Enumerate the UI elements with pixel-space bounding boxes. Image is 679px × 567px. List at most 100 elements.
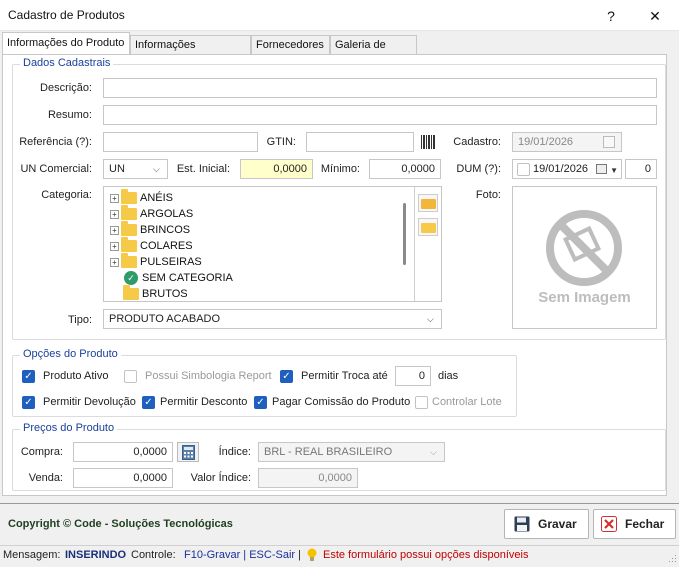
close-icon: ✕ [649, 8, 661, 24]
folder-icon [121, 189, 137, 205]
sem-imagem-text: Sem Imagem [538, 289, 631, 306]
descricao-field[interactable] [103, 78, 657, 98]
foto-label: Foto: [475, 189, 501, 201]
expand-icon[interactable]: + [110, 193, 119, 203]
foto-box[interactable]: Sem Imagem [512, 186, 657, 329]
help-button[interactable]: ? [594, 4, 628, 28]
cadastro-date-value: 19/01/2026 [518, 136, 574, 148]
tab-galeria-fotos[interactable]: Galeria de Fotos [330, 35, 417, 69]
tab-informacoes-produto[interactable]: Informações do Produto [2, 32, 130, 55]
simbologia-label: Possui Simbologia Report [145, 370, 272, 382]
tab-fornecedores[interactable]: Fornecedores [251, 35, 330, 54]
cadastro-label: Cadastro: [453, 136, 501, 148]
resize-grip-icon[interactable] [667, 553, 677, 563]
folder-icon [121, 237, 137, 253]
expand-icon[interactable]: + [110, 209, 119, 219]
expand-icon[interactable]: + [110, 257, 119, 267]
mensagem-value: INSERINDO [65, 549, 127, 561]
indice-select: BRL - REAL BRASILEIRO ⌵ [258, 442, 445, 462]
close-window-button[interactable]: ✕ [638, 4, 672, 28]
tree-item-argolas[interactable]: + ARGOLAS [110, 205, 193, 222]
resumo-label: Resumo: [47, 109, 92, 121]
dum-checkbox[interactable] [517, 163, 530, 176]
dum-date-value: 19/01/2026 [533, 163, 589, 175]
opcoes-produto-title: Opções do Produto [20, 348, 121, 360]
indice-label: Índice: [218, 446, 251, 458]
tree-item-label: BRUTOS [142, 288, 188, 300]
tree-item-label: ANÉIS [140, 192, 174, 204]
info-text: Este formulário possui opções disponívei… [323, 549, 529, 561]
produto-ativo-checkbox[interactable]: ✓ [22, 370, 35, 383]
dados-cadastrais-title: Dados Cadastrais [20, 57, 114, 69]
calculator-icon [182, 445, 195, 460]
est-inicial-label: Est. Inicial: [176, 163, 230, 175]
chevron-down-icon[interactable]: ▼ [610, 162, 618, 180]
window-title: Cadastro de Produtos [8, 8, 125, 22]
permitir-devolucao-checkbox[interactable]: ✓ [22, 396, 35, 409]
save-icon [514, 516, 530, 532]
scrollbar-thumb[interactable] [403, 203, 406, 265]
chevron-down-icon: ⌵ [153, 164, 160, 174]
gravar-button[interactable]: Gravar [504, 509, 589, 539]
expand-icon[interactable]: + [110, 225, 119, 235]
dum-date-field[interactable]: 19/01/2026 ▼ [512, 159, 622, 179]
open-folder-button[interactable] [418, 194, 438, 212]
precos-produto-title: Preços do Produto [20, 422, 118, 434]
check-circle-icon: ✓ [124, 271, 138, 286]
dias-label: dias [438, 370, 459, 382]
folder-open-icon [421, 199, 436, 209]
gtin-field[interactable] [306, 132, 414, 152]
calculator-button[interactable] [177, 442, 199, 462]
permitir-troca-label: Permitir Troca até [301, 370, 388, 382]
new-folder-button[interactable] [418, 218, 438, 236]
tab-informacoes-adicionais[interactable]: Informações Adicionais [130, 35, 251, 69]
permitir-devolucao-label: Permitir Devolução [43, 396, 136, 408]
permitir-troca-checkbox[interactable]: ✓ [280, 370, 293, 383]
expand-icon[interactable]: + [110, 241, 119, 251]
tree-item-aneis[interactable]: + ANÉIS [110, 189, 174, 206]
tree-item-brincos[interactable]: + BRINCOS [110, 221, 190, 238]
calendar-icon[interactable] [596, 164, 607, 174]
controlar-lote-label: Controlar Lote [432, 396, 502, 408]
tree-item-label: COLARES [140, 240, 193, 252]
copyright-text: Copyright © Code - Soluções Tecnológicas [8, 518, 233, 530]
categoria-tree[interactable]: + ANÉIS + ARGOLAS + BRINCOS + COLARES + PULSE… [103, 186, 442, 302]
tree-item-brutos[interactable]: BRUTOS [123, 285, 188, 302]
compra-field[interactable]: 0,0000 [73, 442, 173, 462]
venda-field[interactable]: 0,0000 [73, 468, 173, 488]
tree-scrollbar[interactable] [396, 189, 412, 299]
dum-label: DUM (?): [456, 163, 501, 175]
est-inicial-field[interactable]: 0,0000 [240, 159, 313, 179]
mensagem-label: Mensagem: [3, 549, 61, 561]
close-red-icon [601, 516, 617, 532]
chevron-down-icon: ⌵ [430, 447, 437, 457]
tipo-value: PRODUTO ACABADO [109, 313, 221, 325]
permitir-desconto-label: Permitir Desconto [160, 396, 248, 408]
compra-label: Compra: [20, 446, 63, 458]
tipo-label: Tipo: [67, 314, 92, 326]
dum-days-field[interactable]: 0 [625, 159, 657, 179]
tree-item-sem-categoria[interactable]: ✓ SEM CATEGORIA [123, 270, 233, 286]
un-comercial-value: UN [109, 163, 125, 175]
troca-dias-field[interactable]: 0 [395, 366, 431, 386]
tree-divider [414, 187, 415, 301]
fechar-button[interactable]: Fechar [593, 509, 676, 539]
pagar-comissao-checkbox[interactable]: ✓ [254, 396, 267, 409]
resumo-field[interactable] [103, 105, 657, 125]
folder-icon [121, 221, 137, 237]
minimo-field[interactable]: 0,0000 [369, 159, 441, 179]
folder-icon [121, 205, 137, 221]
tipo-select[interactable]: PRODUTO ACABADO ⌵ [103, 309, 442, 329]
referencia-label: Referência (?): [19, 136, 92, 148]
lightbulb-icon [307, 548, 317, 561]
barcode-icon[interactable] [420, 133, 436, 151]
un-comercial-select[interactable]: UN ⌵ [103, 159, 168, 179]
tree-item-pulseiras[interactable]: + PULSEIRAS [110, 253, 202, 270]
permitir-desconto-checkbox[interactable]: ✓ [142, 396, 155, 409]
gtin-label: GTIN: [266, 136, 296, 148]
referencia-field[interactable] [103, 132, 258, 152]
tree-item-colares[interactable]: + COLARES [110, 237, 193, 254]
produto-ativo-label: Produto Ativo [43, 370, 109, 382]
controle-value: F10-Gravar | ESC-Sair [184, 549, 296, 561]
folder-icon [121, 253, 137, 269]
